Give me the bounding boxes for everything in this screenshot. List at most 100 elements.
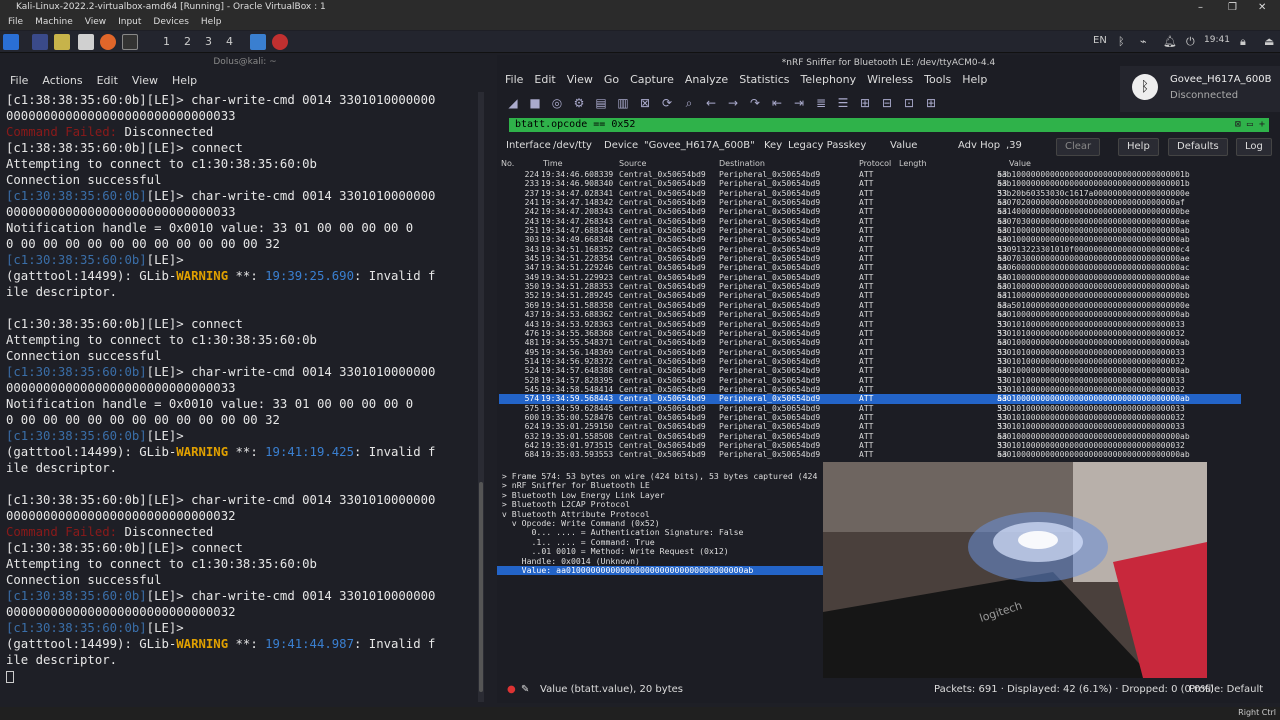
- table-row[interactable]: 243 19:34:47.268343 Central_0x50654bd9 Peri…: [499, 217, 1241, 226]
- zoom-in-icon[interactable]: ⊞: [857, 95, 873, 111]
- status-edit-icon[interactable]: ✎: [521, 682, 529, 698]
- terminal-menu-actions[interactable]: Actions: [42, 72, 82, 90]
- wireshark-menu-go[interactable]: Go: [604, 73, 619, 89]
- vbox-menu-help[interactable]: Help: [201, 15, 222, 30]
- wireshark-menu-wireless[interactable]: Wireless: [867, 73, 913, 89]
- lock-icon[interactable]: 🔒︎: [1240, 35, 1246, 49]
- col-destination[interactable]: Destination: [719, 159, 765, 168]
- wireshark-menu-file[interactable]: File: [505, 73, 523, 89]
- wireshark-menu-analyze[interactable]: Analyze: [685, 73, 728, 89]
- device-select[interactable]: "Govee_H617A_600B": [644, 138, 755, 154]
- terminal-menu-view[interactable]: View: [132, 72, 158, 90]
- close-file-icon[interactable]: ⊠: [637, 95, 653, 111]
- close-icon[interactable]: ✕: [1258, 0, 1266, 15]
- table-row[interactable]: 349 19:34:51.229923 Central_0x50654bd9 Peri…: [499, 273, 1241, 282]
- stop-icon[interactable]: ■: [527, 95, 543, 111]
- detail-tree-item[interactable]: Value: aa0100000000000000000000000000000…: [497, 565, 823, 576]
- table-row[interactable]: 303 19:34:49.668348 Central_0x50654bd9 Peri…: [499, 235, 1241, 244]
- table-row[interactable]: 600 19:35:00.528476 Central_0x50654bd9 Peri…: [499, 413, 1241, 422]
- wireshark-menu-tools[interactable]: Tools: [924, 73, 951, 89]
- interface-select[interactable]: /dev/tty: [553, 138, 592, 154]
- folder-icon[interactable]: [54, 34, 70, 50]
- terminal-scrollbar[interactable]: [478, 92, 484, 702]
- terminal-output[interactable]: [c1:38:38:35:60:0b][LE]> char-write-cmd …: [6, 92, 478, 692]
- vbox-menu-machine[interactable]: Machine: [35, 15, 73, 30]
- autoscroll-icon[interactable]: ≣: [813, 95, 829, 111]
- zoom-out-icon[interactable]: ⊟: [879, 95, 895, 111]
- table-row[interactable]: 241 19:34:47.148342 Central_0x50654bd9 Peri…: [499, 198, 1241, 207]
- power-icon[interactable]: ⏻: [1186, 35, 1195, 49]
- status-profile[interactable]: Profile: Default: [1189, 682, 1263, 698]
- maximize-icon[interactable]: ❐: [1228, 0, 1237, 15]
- clear-filter-icon[interactable]: ⊠ ▭ +: [1235, 118, 1265, 132]
- wireshark-menu-telephony[interactable]: Telephony: [801, 73, 857, 89]
- table-row[interactable]: 624 19:35:01.259150 Central_0x50654bd9 Peri…: [499, 422, 1241, 431]
- wireshark-menu-statistics[interactable]: Statistics: [739, 73, 789, 89]
- table-row[interactable]: 345 19:34:51.228354 Central_0x50654bd9 Peri…: [499, 254, 1241, 263]
- save-icon[interactable]: ▥: [615, 95, 631, 111]
- table-row[interactable]: 352 19:34:51.289245 Central_0x50654bd9 Peri…: [499, 291, 1241, 300]
- open-icon[interactable]: ▤: [593, 95, 609, 111]
- display-filter-input[interactable]: btatt.opcode == 0x52 ⊠ ▭ +: [509, 118, 1269, 132]
- workspace-1[interactable]: 1: [163, 35, 170, 48]
- col-no[interactable]: No.: [501, 159, 514, 168]
- table-row[interactable]: 224 19:34:46.608339 Central_0x50654bd9 Peri…: [499, 170, 1241, 179]
- packet-details[interactable]: > Frame 574: 53 bytes on wire (424 bits)…: [497, 471, 827, 682]
- bluetooth-notification[interactable]: ᛒ Govee_H617A_600B Disconnected: [1120, 66, 1280, 112]
- resize-columns-icon[interactable]: ⊞: [923, 95, 939, 111]
- scrollbar-thumb[interactable]: [479, 482, 483, 692]
- bell-icon[interactable]: 🔔︎: [1163, 35, 1177, 48]
- kali-menu-icon[interactable]: [3, 34, 19, 50]
- col-protocol[interactable]: Protocol: [859, 159, 891, 168]
- table-row[interactable]: 481 19:34:55.548371 Central_0x50654bd9 Peri…: [499, 338, 1241, 347]
- language-indicator[interactable]: EN: [1093, 35, 1107, 46]
- vbox-menu-view[interactable]: View: [85, 15, 106, 30]
- bluetooth-icon[interactable]: ᛒ: [1118, 35, 1125, 48]
- advhop-value[interactable]: ,39: [1006, 138, 1022, 154]
- app-icon[interactable]: [272, 34, 288, 50]
- table-row[interactable]: 495 19:34:56.148369 Central_0x50654bd9 Peri…: [499, 348, 1241, 357]
- logout-icon[interactable]: ⏏: [1264, 35, 1274, 48]
- vbox-menu-devices[interactable]: Devices: [153, 15, 188, 30]
- workspace-4[interactable]: 4: [226, 35, 233, 48]
- firefox-icon[interactable]: [100, 34, 116, 50]
- status-record-icon[interactable]: ●: [507, 682, 516, 698]
- table-row[interactable]: 524 19:34:57.648388 Central_0x50654bd9 Peri…: [499, 366, 1241, 375]
- desktop-icon[interactable]: [32, 34, 48, 50]
- network-icon[interactable]: ⌁: [1140, 35, 1147, 48]
- vbox-menu-file[interactable]: File: [8, 15, 23, 30]
- terminal-menu-help[interactable]: Help: [172, 72, 197, 90]
- last-icon[interactable]: ⇥: [791, 95, 807, 111]
- goto-icon[interactable]: ↷: [747, 95, 763, 111]
- table-row[interactable]: 684 19:35:03.593553 Central_0x50654bd9 Peri…: [499, 450, 1241, 459]
- log-button[interactable]: Log: [1236, 138, 1272, 156]
- wireshark-icon[interactable]: [250, 34, 266, 50]
- reload-icon[interactable]: ⟳: [659, 95, 675, 111]
- wireshark-menu-view[interactable]: View: [567, 73, 593, 89]
- col-length[interactable]: Length: [899, 159, 927, 168]
- table-row[interactable]: 443 19:34:53.928363 Central_0x50654bd9 Peri…: [499, 320, 1241, 329]
- wireshark-menu-capture[interactable]: Capture: [630, 73, 674, 89]
- table-row[interactable]: 343 19:34:51.168352 Central_0x50654bd9 Peri…: [499, 245, 1241, 254]
- zoom-reset-icon[interactable]: ⊡: [901, 95, 917, 111]
- help-button[interactable]: Help: [1118, 138, 1159, 156]
- table-row[interactable]: 369 19:34:51.588358 Central_0x50654bd9 Peri…: [499, 301, 1241, 310]
- defaults-button[interactable]: Defaults: [1168, 138, 1228, 156]
- restart-icon[interactable]: ◎: [549, 95, 565, 111]
- gear-icon[interactable]: ⚙: [571, 95, 587, 111]
- shark-fin-icon[interactable]: ◢: [505, 95, 521, 111]
- workspace-3[interactable]: 3: [205, 35, 212, 48]
- colorize-icon[interactable]: ☰: [835, 95, 851, 111]
- minimize-icon[interactable]: –: [1198, 0, 1203, 15]
- col-source[interactable]: Source: [619, 159, 646, 168]
- table-row[interactable]: 350 19:34:51.288353 Central_0x50654bd9 Peri…: [499, 282, 1241, 291]
- vbox-menu-input[interactable]: Input: [118, 15, 141, 30]
- workspace-2[interactable]: 2: [184, 35, 191, 48]
- table-row[interactable]: 575 19:34:59.628445 Central_0x50654bd9 Peri…: [499, 404, 1241, 413]
- table-row[interactable]: 233 19:34:46.908340 Central_0x50654bd9 Peri…: [499, 179, 1241, 188]
- table-row[interactable]: 545 19:34:58.548414 Central_0x50654bd9 Peri…: [499, 385, 1241, 394]
- table-row[interactable]: 437 19:34:53.688362 Central_0x50654bd9 Peri…: [499, 310, 1241, 319]
- col-time[interactable]: Time: [543, 159, 563, 168]
- forward-icon[interactable]: →: [725, 95, 741, 111]
- packet-list[interactable]: 224 19:34:46.608339 Central_0x50654bd9 Peri…: [499, 170, 1241, 460]
